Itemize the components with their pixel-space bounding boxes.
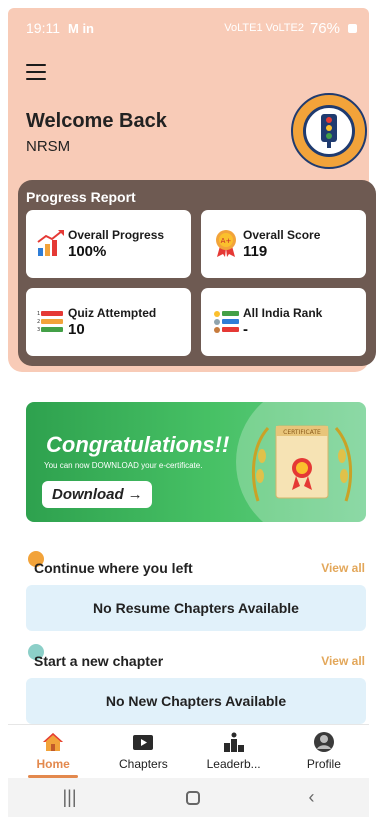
nav-label: Profile [306,757,341,771]
card-overall-progress[interactable]: Overall Progress 100% [26,210,191,278]
system-nav-bar: ||| ‹ [8,778,369,817]
user-icon [313,732,334,752]
card-all-india-rank[interactable]: All India Rank - [201,288,366,356]
status-right: VoLTE1 VoLTE2 76% [224,20,357,37]
svg-text:1: 1 [37,311,40,317]
banner-subtitle: You can now DOWNLOAD your e-certificate. [44,461,203,470]
card-overall-score[interactable]: A+ Overall Score 119 [201,210,366,278]
status-bar: 19:11 M in VoLTE1 VoLTE2 76% [8,8,369,48]
new-chapter-empty-state: No New Chapters Available [26,678,366,724]
card-label: Quiz Attempted [68,306,157,320]
battery-icon [348,23,357,33]
new-chapter-view-all-link[interactable]: View all [321,654,365,668]
continue-empty-state: No Resume Chapters Available [26,585,366,631]
progress-report-panel: Progress Report Overall Progress 100% A+… [18,180,376,366]
home-icon [43,733,64,751]
nav-home[interactable]: Home [8,725,98,778]
download-button[interactable]: Download → [42,481,152,508]
download-label: Download [52,486,124,503]
nav-profile[interactable]: Profile [279,725,369,778]
progress-report-title: Progress Report [26,189,136,205]
new-chapter-section-title: Start a new chapter [34,653,164,669]
certificate-icon: CERTIFICATE [251,425,353,502]
quiz-list-icon: 1 2 3 [37,311,63,333]
continue-section-title: Continue where you left [34,560,193,576]
menu-icon[interactable] [26,64,46,80]
status-time: 19:11 [26,20,60,36]
home-system-icon[interactable] [185,790,200,805]
certificate-text: CERTIFICATE [283,429,321,436]
card-value: 100% [68,243,107,260]
chart-growth-icon [37,230,64,256]
card-value: - [243,321,248,338]
banner-title: Congratulations!! [46,432,230,457]
card-label: Overall Score [243,228,321,242]
user-name: NRSM [26,138,71,155]
continue-view-all-link[interactable]: View all [321,561,365,575]
nav-label: Chapters [119,757,168,771]
battery-level: 76% [309,19,340,37]
card-value: 10 [68,321,85,338]
bottom-nav: Home Chapters Leaderb... Profile [8,724,369,778]
road-safety-logo-icon [291,93,367,169]
notification-icons: M in [68,20,94,36]
svg-text:A+: A+ [221,237,232,245]
nav-label: Home [36,757,70,771]
back-icon[interactable]: ‹ [308,787,314,808]
card-label: Overall Progress [68,228,165,242]
welcome-title: Welcome Back [26,110,167,132]
svg-text:2: 2 [37,319,40,325]
svg-text:3: 3 [37,327,40,333]
medal-icon: A+ [216,230,236,257]
card-value: 119 [243,243,268,260]
recents-icon[interactable]: ||| [62,787,76,808]
play-icon [133,735,154,750]
signal-icon: VoLTE1 VoLTE2 [224,22,304,34]
nav-label: Leaderb... [206,757,261,771]
nav-leaderboard[interactable]: Leaderb... [189,725,279,778]
card-quiz-attempted[interactable]: 1 2 3 Quiz Attempted 10 [26,288,191,356]
podium-icon [223,732,244,752]
nav-chapters[interactable]: Chapters [98,725,188,778]
card-label: All India Rank [243,306,323,320]
arrow-right-icon: → [127,486,143,503]
certificate-banner[interactable]: Congratulations!! You can now DOWNLOAD y… [26,402,366,522]
rank-icon [214,311,239,333]
